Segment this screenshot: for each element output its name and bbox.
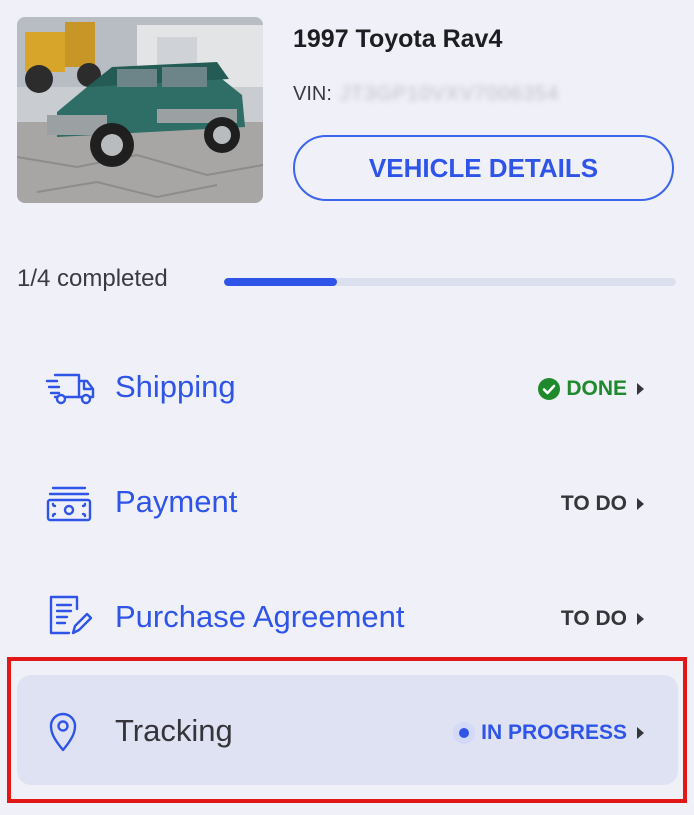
cash-icon [45,480,93,528]
caret-right-icon [637,613,644,625]
vin-row: VIN: JT3GP10VXV7006354 [293,83,559,106]
vin-label: VIN: [293,83,332,105]
status-badge-purchase-agreement: TO DO [561,607,644,631]
location-pin-icon [45,708,93,756]
status-text-purchase-agreement: TO DO [560,607,627,630]
caret-right-icon [637,727,644,739]
truck-icon [45,363,95,411]
progress-bar-fill [224,278,337,286]
vin-value: JT3GP10VXV7006354 [339,83,560,105]
step-label-purchase-agreement: Purchase Agreement [115,599,405,634]
vehicle-details-button[interactable]: VEHICLE DETAILS [293,135,674,201]
in-progress-dot-icon [453,722,476,744]
step-tracking[interactable]: Tracking IN PROGRESS [17,675,678,785]
step-payment[interactable]: Payment TO DO [17,448,678,558]
step-label-payment: Payment [115,484,238,519]
caret-right-icon [637,498,644,510]
status-text-tracking: IN PROGRESS [481,721,627,744]
status-badge-tracking: IN PROGRESS [453,721,644,745]
status-badge-payment: TO DO [561,492,644,516]
status-text-shipping: DONE [566,377,627,400]
vehicle-photo [17,17,263,203]
progress-label: 1/4 completed [17,265,168,292]
step-label-tracking: Tracking [115,713,233,748]
status-badge-shipping: DONE [538,377,644,401]
step-purchase-agreement[interactable]: Purchase Agreement TO DO [17,563,678,673]
status-text-payment: TO DO [560,492,627,515]
document-edit-icon [45,591,93,639]
progress-bar [224,278,676,286]
step-shipping[interactable]: Shipping DONE [17,333,678,443]
vehicle-title: 1997 Toyota Rav4 [293,25,503,53]
caret-right-icon [637,383,644,395]
step-label-shipping: Shipping [115,369,236,404]
check-circle-icon [538,378,561,400]
